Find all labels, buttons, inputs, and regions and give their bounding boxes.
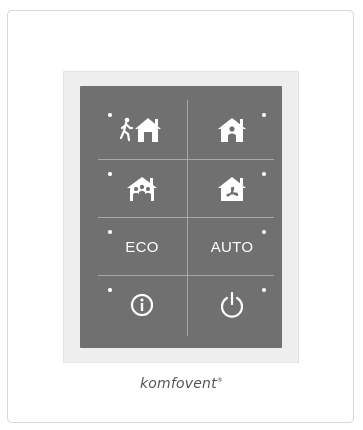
group-in-house-icon (125, 174, 159, 204)
fan-in-house-icon (216, 174, 248, 204)
status-led (108, 113, 112, 117)
power-button[interactable] (188, 276, 276, 334)
eco-mode-button[interactable]: ECO (98, 218, 186, 276)
status-led (108, 172, 112, 176)
person-in-house-icon (216, 115, 248, 145)
status-led (262, 230, 266, 234)
person-walking-house-icon (119, 115, 165, 145)
brand-logo: komfovent® (0, 376, 363, 392)
touch-panel: ECO AUTO (80, 86, 282, 348)
brand-name: komfovent (139, 376, 217, 392)
intensive-mode-button[interactable] (98, 160, 186, 218)
info-icon (129, 292, 155, 318)
eco-label: ECO (125, 238, 159, 256)
status-led (262, 288, 266, 292)
status-led (108, 230, 112, 234)
auto-mode-button[interactable]: AUTO (188, 218, 276, 276)
trademark-mark: ® (216, 377, 224, 384)
away-mode-button[interactable] (98, 101, 186, 159)
status-led (262, 172, 266, 176)
boost-mode-button[interactable] (188, 160, 276, 218)
status-led (262, 113, 266, 117)
home-mode-button[interactable] (188, 101, 276, 159)
info-button[interactable] (98, 276, 186, 334)
status-led (108, 288, 112, 292)
power-icon (219, 291, 245, 319)
button-grid: ECO AUTO (80, 86, 282, 348)
auto-label: AUTO (210, 238, 254, 256)
